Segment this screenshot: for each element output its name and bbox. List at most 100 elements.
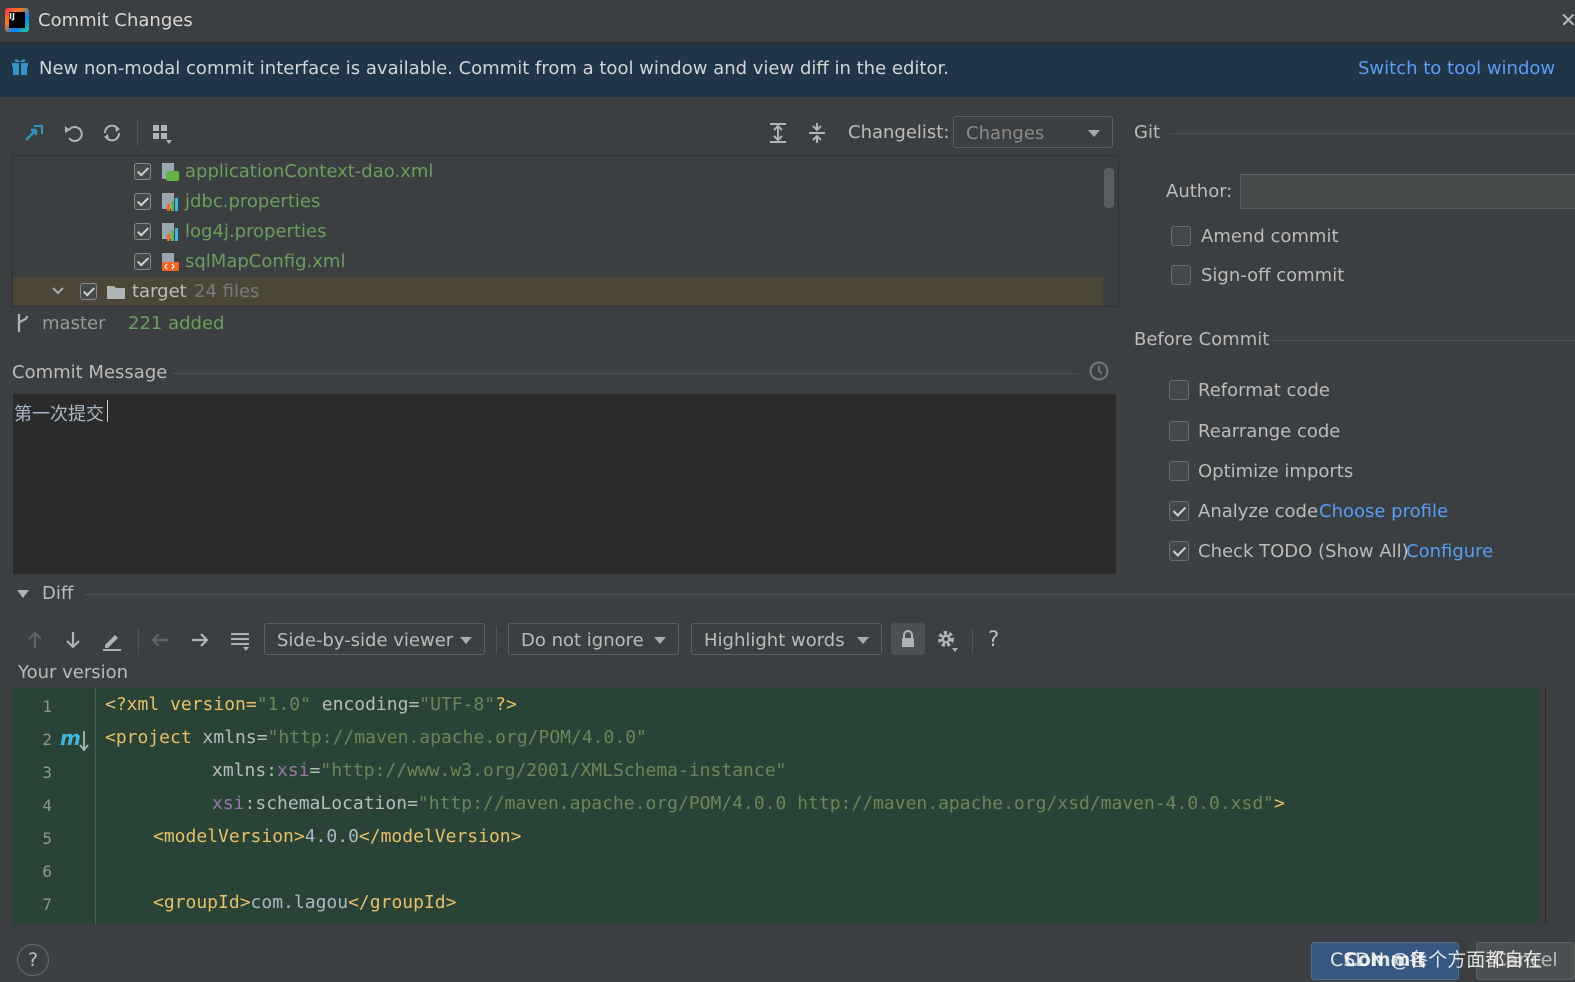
tree-row-file[interactable]: jdbc.properties xyxy=(13,187,1103,217)
toolbar-separator xyxy=(137,120,138,146)
reformat-code-checkbox[interactable] xyxy=(1169,380,1189,400)
file-list-icon[interactable] xyxy=(228,628,252,652)
xml-spring-file-icon xyxy=(162,163,179,181)
code-token: xsi xyxy=(212,793,245,814)
tree-row-file[interactable]: applicationContext-dao.xml xyxy=(13,157,1103,187)
diff-scrollbar[interactable] xyxy=(1545,688,1569,924)
highlight-value: Highlight words xyxy=(704,630,845,651)
refresh-icon[interactable] xyxy=(100,121,124,145)
arrow-down-icon xyxy=(79,731,89,752)
toolbar-separator xyxy=(972,628,973,654)
optimize-imports-checkbox[interactable] xyxy=(1169,461,1189,481)
chevron-down-icon xyxy=(1088,130,1100,137)
tree-row-file[interactable]: log4j.properties xyxy=(13,217,1103,247)
line-number: 7 xyxy=(42,895,52,914)
group-by-icon[interactable] xyxy=(150,121,174,145)
code-line-4: xsi:schemaLocation="http://maven.apache.… xyxy=(212,793,1285,814)
close-icon[interactable]: ✕ xyxy=(1560,8,1575,32)
collapse-triangle-icon[interactable] xyxy=(16,588,30,600)
line-number: 3 xyxy=(42,763,52,782)
file-checkbox[interactable] xyxy=(134,193,151,210)
window-title: Commit Changes xyxy=(38,10,193,31)
edit-source-icon[interactable] xyxy=(100,628,124,652)
line-number: 5 xyxy=(42,829,52,848)
changelist-dropdown[interactable]: Changes xyxy=(953,116,1113,148)
line-number: 2 xyxy=(42,730,52,749)
gear-icon[interactable] xyxy=(935,628,959,652)
rearrange-code-checkbox[interactable] xyxy=(1169,421,1189,441)
code-token: xmlns= xyxy=(202,727,268,748)
gift-icon xyxy=(12,59,28,75)
gutter-separator xyxy=(95,688,96,924)
folder-checkbox[interactable] xyxy=(80,283,97,300)
file-checkbox[interactable] xyxy=(134,163,151,180)
lock-toggle[interactable] xyxy=(891,623,925,655)
code-token: 4.0.0 xyxy=(304,826,359,847)
code-token: xmlns: xyxy=(212,760,278,781)
chevron-down-icon[interactable] xyxy=(51,286,65,296)
ignore-dropdown[interactable]: Do not ignore xyxy=(508,623,679,655)
line-number: 6 xyxy=(42,862,52,881)
code-line-3: xmlns:xsi="http://www.w3.org/2001/XMLSch… xyxy=(212,760,786,781)
branch-icon xyxy=(17,314,29,332)
code-token: > xyxy=(1274,793,1285,814)
code-token: "UTF-8" xyxy=(419,694,496,715)
divider xyxy=(1270,340,1575,341)
line-number: 4 xyxy=(42,796,52,815)
history-clock-icon[interactable] xyxy=(1088,360,1110,382)
commit-message-input[interactable] xyxy=(12,393,1117,575)
folder-file-count: 24 files xyxy=(194,281,260,302)
toolbar-separator xyxy=(138,628,139,654)
folder-name: target xyxy=(132,281,187,302)
expand-all-icon[interactable] xyxy=(766,121,790,145)
file-checkbox[interactable] xyxy=(134,223,151,240)
toolbar-separator xyxy=(496,626,497,654)
branch-name: master xyxy=(42,313,106,334)
code-token: <modelVersion> xyxy=(153,826,305,847)
choose-profile-link[interactable]: Choose profile xyxy=(1319,501,1448,522)
next-file-icon[interactable] xyxy=(188,628,212,652)
analyze-code-label: Analyze code xyxy=(1198,501,1319,522)
collapse-all-icon[interactable] xyxy=(805,121,829,145)
configure-link[interactable]: Configure xyxy=(1406,541,1493,562)
next-difference-icon[interactable] xyxy=(61,628,85,652)
viewer-dropdown[interactable]: Side-by-side viewer xyxy=(264,623,485,655)
file-checkbox[interactable] xyxy=(134,253,151,270)
sign-off-commit-label: Sign-off commit xyxy=(1201,265,1345,286)
viewer-value: Side-by-side viewer xyxy=(277,630,454,651)
help-button[interactable]: ? xyxy=(17,944,49,976)
xml-file-icon xyxy=(162,253,179,271)
chevron-down-icon xyxy=(654,637,666,644)
code-token: "http://maven.apache.org/POM/4.0.0 http:… xyxy=(417,793,1275,814)
highlight-dropdown[interactable]: Highlight words xyxy=(691,623,882,655)
file-name: jdbc.properties xyxy=(185,191,321,212)
check-todo-checkbox[interactable] xyxy=(1169,541,1189,561)
code-line-7: <groupId>com.lagou</groupId> xyxy=(153,892,456,913)
show-diff-icon[interactable] xyxy=(22,121,46,145)
chevron-down-icon xyxy=(460,637,472,644)
code-token: = xyxy=(309,760,321,781)
changes-tree[interactable]: applicationContext-dao.xml jdbc.properti… xyxy=(12,155,1119,307)
file-name: log4j.properties xyxy=(185,221,327,242)
rollback-icon[interactable] xyxy=(62,121,86,145)
ignore-value: Do not ignore xyxy=(521,630,644,651)
switch-to-tool-window-link[interactable]: Switch to tool window xyxy=(1358,58,1555,79)
previous-difference-icon[interactable] xyxy=(23,628,47,652)
author-input[interactable] xyxy=(1240,174,1575,209)
code-token: <groupId> xyxy=(153,892,251,913)
amend-commit-checkbox[interactable] xyxy=(1171,226,1191,246)
help-icon[interactable]: ? xyxy=(988,627,999,651)
tree-row-folder[interactable]: target 24 files xyxy=(13,277,1103,306)
added-count: 221 added xyxy=(128,313,225,334)
tree-scrollbar[interactable] xyxy=(1104,168,1114,208)
code-line-2: <project xmlns="http://maven.apache.org/… xyxy=(105,727,647,748)
file-name: applicationContext-dao.xml xyxy=(185,161,434,182)
watermark: CSDN @各个方面都自在 xyxy=(1330,949,1543,971)
tree-row-file[interactable]: sqlMapConfig.xml xyxy=(13,247,1103,277)
previous-file-icon[interactable] xyxy=(148,628,172,652)
commit-message-text: 第一次提交 xyxy=(14,404,104,425)
git-section-title: Git xyxy=(1134,122,1161,143)
analyze-code-checkbox[interactable] xyxy=(1169,501,1189,521)
check-todo-label: Check TODO (Show All) xyxy=(1198,541,1409,562)
sign-off-commit-checkbox[interactable] xyxy=(1171,265,1191,285)
